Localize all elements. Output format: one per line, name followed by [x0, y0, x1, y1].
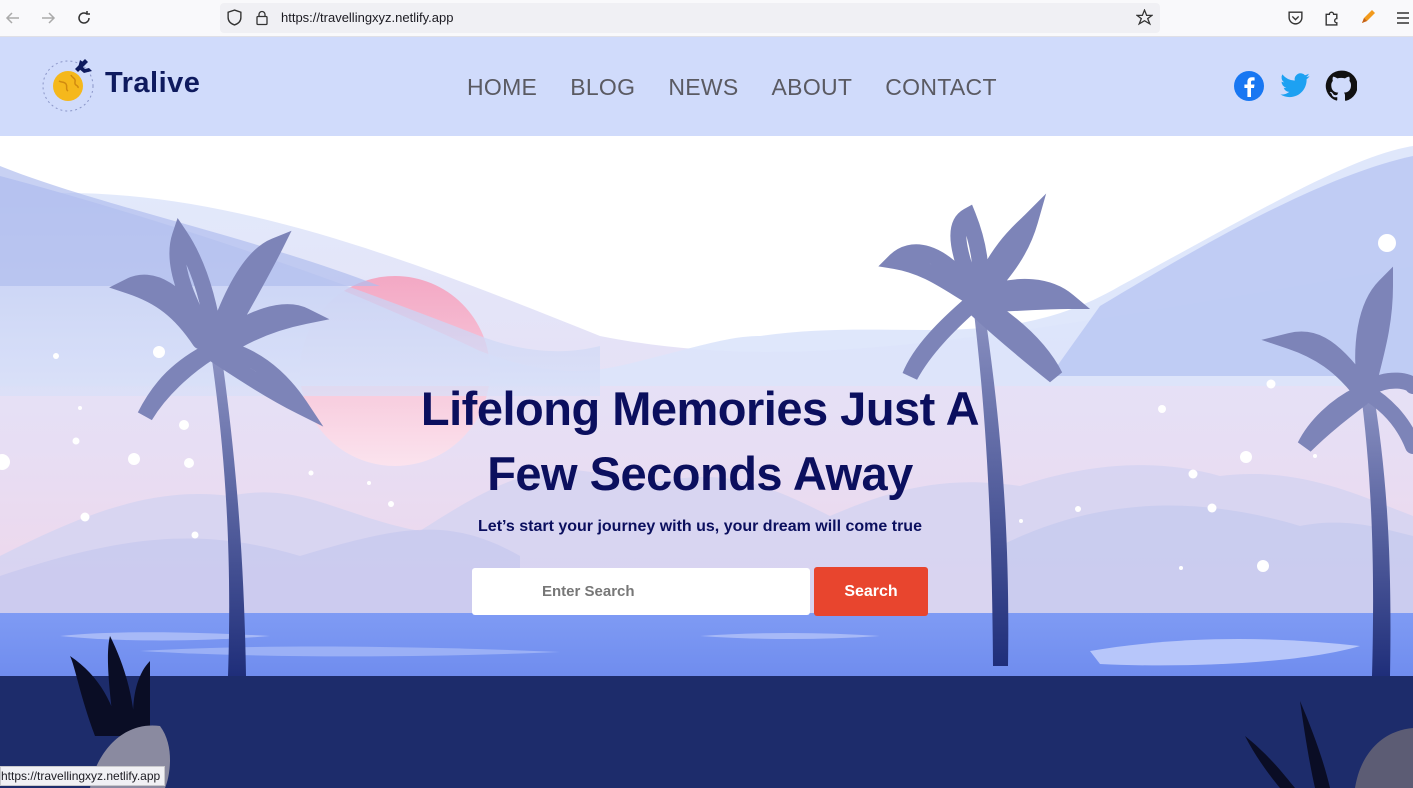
- site-header: Tralive HOME BLOG NEWS ABOUT CONTACT: [0, 37, 1413, 136]
- back-icon[interactable]: [3, 8, 23, 28]
- status-url-tooltip: https://travellingxyz.netlify.app: [0, 766, 166, 786]
- pocket-icon[interactable]: [1287, 9, 1304, 30]
- nav-news[interactable]: NEWS: [668, 74, 738, 101]
- menu-icon[interactable]: [1395, 10, 1411, 30]
- hero-subtitle: Let’s start your journey with us, your d…: [478, 518, 922, 535]
- globe-plane-logo-icon[interactable]: [41, 55, 99, 117]
- logo-text[interactable]: Tralive: [105, 67, 200, 100]
- hero-title-line2: Few Seconds Away: [487, 447, 913, 500]
- pencil-icon[interactable]: [1360, 8, 1376, 30]
- nav-contact[interactable]: CONTACT: [885, 74, 997, 101]
- hero-title-line1: Lifelong Memories Just A: [420, 382, 980, 435]
- search-button[interactable]: Search: [814, 567, 928, 616]
- twitter-icon[interactable]: [1279, 70, 1311, 102]
- shield-icon[interactable]: [226, 9, 243, 30]
- forward-icon[interactable]: [38, 8, 58, 28]
- nav-blog[interactable]: BLOG: [570, 74, 635, 101]
- lock-icon[interactable]: [254, 9, 270, 30]
- url-text[interactable]: https://travellingxyz.netlify.app: [281, 10, 453, 25]
- nav-about[interactable]: ABOUT: [772, 74, 853, 101]
- facebook-icon[interactable]: [1233, 70, 1265, 102]
- address-bar[interactable]: https://travellingxyz.netlify.app: [220, 3, 1160, 33]
- hero-section: Lifelong Memories Just A Few Seconds Awa…: [0, 136, 1413, 788]
- bookmark-star-icon[interactable]: [1135, 8, 1154, 30]
- reload-icon[interactable]: [74, 8, 94, 28]
- browser-toolbar: https://travellingxyz.netlify.app: [0, 0, 1413, 37]
- nav-home[interactable]: HOME: [467, 74, 537, 101]
- main-nav: HOME BLOG NEWS ABOUT CONTACT: [467, 74, 997, 101]
- extensions-icon[interactable]: [1323, 9, 1340, 30]
- search-input[interactable]: [472, 568, 810, 615]
- github-icon[interactable]: [1325, 70, 1358, 102]
